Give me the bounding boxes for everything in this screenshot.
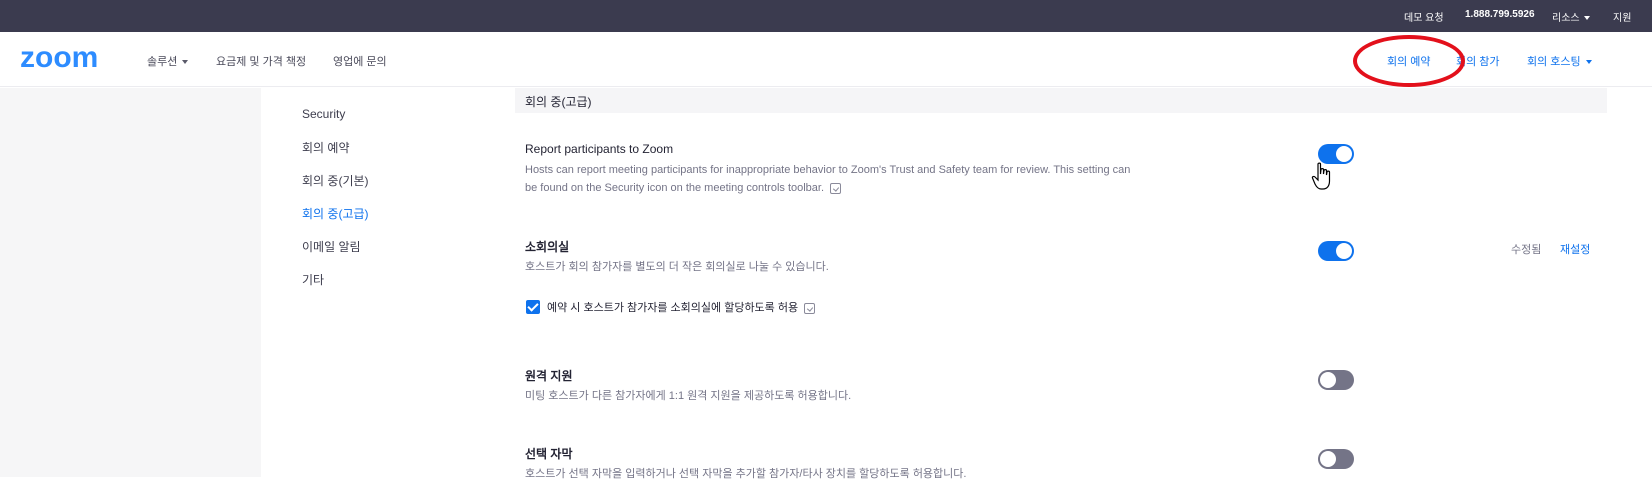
toggle-knob <box>1336 146 1352 162</box>
reset-link[interactable]: 재설정 <box>1560 241 1590 257</box>
setting-desc-breakout-rooms: 호스트가 회의 참가자를 별도의 더 작은 회의실로 나눌 수 있습니다. <box>525 261 829 273</box>
setting-title-breakout-rooms: 소회의실 <box>525 240 570 254</box>
info-icon[interactable] <box>830 182 842 194</box>
section-header: 회의 중(고급) <box>515 88 1607 113</box>
solutions-menu[interactable]: 솔루션 <box>147 53 189 69</box>
support-link[interactable]: 지원 <box>1613 9 1631 24</box>
setting-title-closed-captions: 선택 자막 <box>525 447 573 461</box>
phone-number-link[interactable]: 1.888.799.5926 <box>1465 9 1535 20</box>
setting-title-report-participants: Report participants to Zoom <box>525 142 674 156</box>
logo-text: zoom <box>20 44 98 72</box>
host-meeting-label: 회의 호스팅 <box>1527 56 1581 68</box>
breakout-rooms-toggle[interactable] <box>1318 241 1354 261</box>
sidebar-item-schedule-meeting[interactable]: 회의 예약 <box>302 139 350 156</box>
schedule-meeting-link[interactable]: 회의 예약 <box>1387 53 1431 69</box>
checkbox-label-text: 예약 시 호스트가 참가자를 소회의실에 할당하도록 허용 <box>547 302 799 314</box>
chevron-down-icon <box>182 60 189 65</box>
setting-desc-closed-captions: 호스트가 선택 자막을 입력하거나 선택 자막을 추가할 참가자/타사 장치를 … <box>525 468 967 480</box>
resources-label: 리소스 <box>1552 13 1580 24</box>
breakout-assign-checkbox[interactable] <box>526 300 540 314</box>
report-participants-toggle[interactable] <box>1318 144 1354 164</box>
join-meeting-link[interactable]: 회의 참가 <box>1456 53 1500 69</box>
left-margin-panel <box>0 88 261 477</box>
setting-desc-report-participants: Hosts can report meeting participants fo… <box>525 161 1135 197</box>
remote-support-toggle[interactable] <box>1318 370 1354 390</box>
setting-title-remote-support: 원격 지원 <box>525 369 573 383</box>
toggle-knob <box>1320 451 1336 467</box>
modified-badge: 수정됨 <box>1511 244 1542 256</box>
contact-sales-link[interactable]: 영업에 문의 <box>333 53 387 69</box>
plans-pricing-link[interactable]: 요금제 및 가격 책정 <box>216 53 306 69</box>
chevron-down-icon <box>1583 16 1590 21</box>
sidebar-item-in-meeting-advanced[interactable]: 회의 중(고급) <box>302 205 369 222</box>
solutions-label: 솔루션 <box>147 56 178 68</box>
closed-captions-toggle[interactable] <box>1318 449 1354 469</box>
breakout-assign-label: 예약 시 호스트가 참가자를 소회의실에 할당하도록 허용 <box>547 299 816 315</box>
setting-desc-remote-support: 미팅 호스트가 다른 참가자에게 1:1 원격 지원을 제공하도록 허용합니다. <box>525 390 852 402</box>
toggle-knob <box>1336 243 1352 259</box>
info-icon[interactable] <box>804 302 816 314</box>
main-navbar: zoom 솔루션 요금제 및 가격 책정 영업에 문의 회의 예약 회의 참가 … <box>0 32 1652 87</box>
toggle-knob <box>1320 372 1336 388</box>
section-title: 회의 중(고급) <box>525 95 592 109</box>
top-utility-bar: 데모 요청 1.888.799.5926 리소스 지원 <box>0 0 1652 32</box>
hand-cursor-icon <box>1311 162 1331 190</box>
setting-desc-text: Hosts can report meeting participants fo… <box>525 164 1131 194</box>
sidebar-item-other[interactable]: 기타 <box>302 271 324 288</box>
resources-menu[interactable]: 리소스 <box>1552 9 1590 24</box>
host-meeting-menu[interactable]: 회의 호스팅 <box>1527 53 1592 69</box>
sidebar-item-security[interactable]: Security <box>302 107 345 121</box>
sidebar-item-email-notifications[interactable]: 이메일 알림 <box>302 238 361 255</box>
request-demo-link[interactable]: 데모 요청 <box>1404 9 1444 24</box>
sidebar-item-in-meeting-basic[interactable]: 회의 중(기본) <box>302 172 369 189</box>
zoom-logo[interactable]: zoom <box>20 44 118 72</box>
chevron-down-icon <box>1585 60 1592 65</box>
